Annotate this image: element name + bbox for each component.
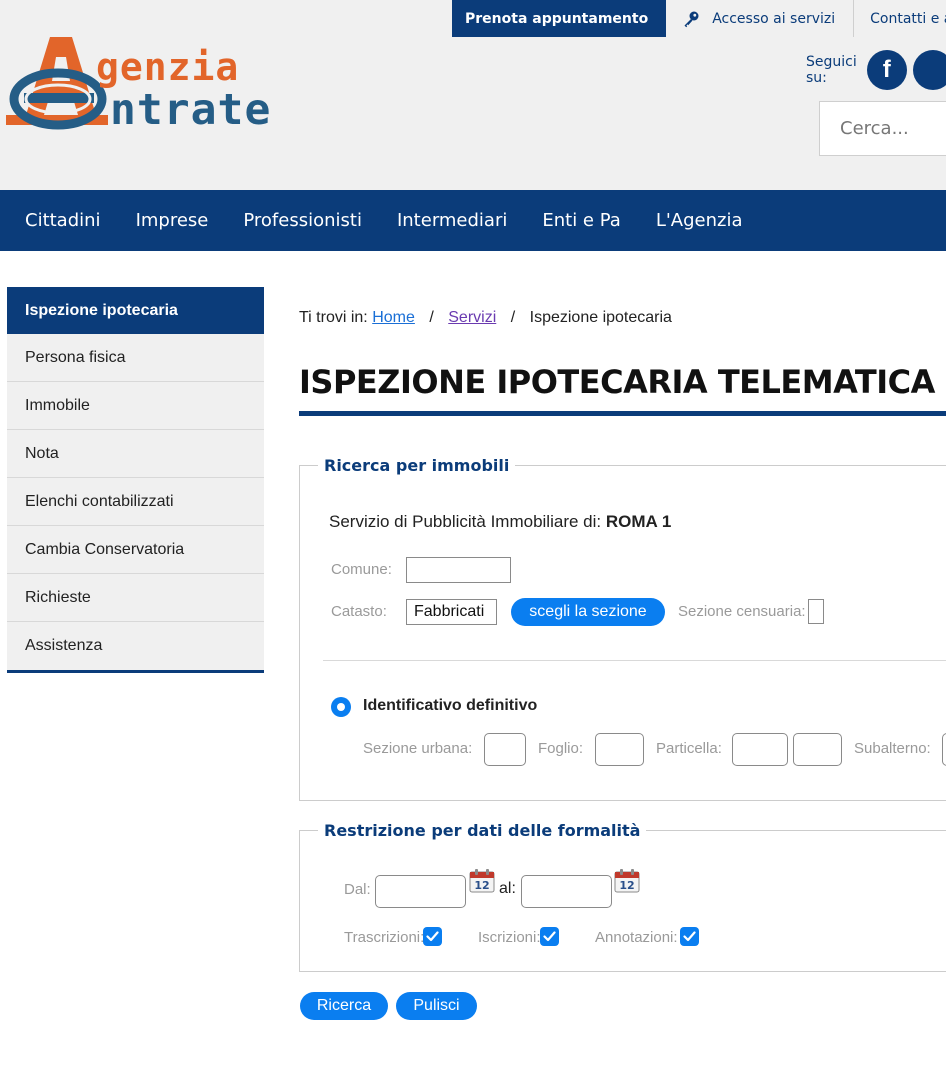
sezione-urbana-input[interactable] [484,733,526,766]
calendar-day-number: 12 [474,879,489,892]
nav-professionisti[interactable]: Professionisti [243,210,362,231]
sidebar-item-richieste[interactable]: Richieste [7,574,264,622]
iscrizioni-checkbox[interactable] [540,927,559,946]
particella-label: Particella: [656,740,722,757]
facebook-icon[interactable]: f [866,50,907,90]
identificativo-definitivo-label: Identificativo definitivo [363,697,538,714]
catasto-value: Fabbricati [414,603,485,620]
main-nav: Cittadini Imprese Professionisti Interme… [0,190,946,251]
sidebar-menu: Ispezione ipotecaria Persona fisica Immo… [7,287,264,673]
sezione-censuaria-label: Sezione censuaria: [678,603,806,620]
top-links: Prenota appuntamento Accesso ai servizi … [452,0,946,37]
breadcrumb-separator: / [429,309,434,326]
service-value: ROMA 1 [605,512,672,531]
logo-text-entrate: ntrate [110,85,272,135]
pulisci-button[interactable]: Pulisci [396,992,477,1020]
nav-enti-pa[interactable]: Enti e Pa [542,210,620,231]
sidebar-item-cambia-conservatoria[interactable]: Cambia Conservatoria [7,526,264,574]
identificativo-definitivo-radio[interactable] [331,697,351,717]
foglio-label: Foglio: [538,740,584,757]
search-input[interactable] [819,101,946,156]
sidebar-item-elenchi-contabilizzati[interactable]: Elenchi contabilizzati [7,478,264,526]
dal-label: Dal: [344,881,371,898]
breadcrumb-home-link[interactable]: Home [372,309,415,326]
service-line: Servizio di Pubblicità Immobiliare di: R… [329,512,671,532]
social-links: Seguici su: f [806,50,946,90]
calendar-day-number: 12 [619,879,634,892]
nav-intermediari[interactable]: Intermediari [397,210,507,231]
calendar-icon[interactable]: 12 [469,869,495,893]
scegli-sezione-button[interactable]: scegli la sezione [511,598,665,626]
sezione-urbana-label: Sezione urbana: [363,740,473,757]
social-icon[interactable] [912,50,946,90]
particella-input[interactable] [732,733,788,766]
logo-text-agenzia: genzia [96,45,240,89]
ricerca-button[interactable]: Ricerca [300,992,388,1020]
accesso-servizi-link[interactable]: Accesso ai servizi [666,0,855,37]
title-underline [299,411,946,416]
al-label: al: [499,880,516,897]
nav-imprese[interactable]: Imprese [136,210,209,231]
particella-input-2[interactable] [793,733,842,766]
trascrizioni-checkbox[interactable] [423,927,442,946]
catasto-select[interactable]: Fabbricati [406,599,497,625]
sidebar-item-ispezione-ipotecaria[interactable]: Ispezione ipotecaria [7,287,264,334]
breadcrumb: Ti trovi in: Home / Servizi / Ispezione … [299,309,672,327]
calendar-icon[interactable]: 12 [614,869,640,893]
site-header: Prenota appuntamento Accesso ai servizi … [0,0,946,190]
ricerca-immobili-legend: Ricerca per immobili [318,456,516,475]
social-label: Seguici su: [806,54,857,86]
breadcrumb-separator: / [510,309,516,326]
sidebar-item-immobile[interactable]: Immobile [7,382,264,430]
comune-label: Comune: [331,561,392,578]
comune-input[interactable] [406,557,511,583]
nav-cittadini[interactable]: Cittadini [25,210,101,231]
service-label: Servizio di Pubblicità Immobiliare di: [329,512,602,531]
sezione-censuaria-input[interactable] [808,599,824,624]
agenzia-entrate-logo[interactable]: genzia ntrate [6,35,316,135]
al-date-input[interactable] [521,875,612,908]
dal-date-input[interactable] [375,875,466,908]
breadcrumb-prefix: Ti trovi in: [299,309,368,326]
contatti-link[interactable]: Contatti e assi [854,0,946,37]
sidebar-item-assistenza[interactable]: Assistenza [7,622,264,670]
foglio-input[interactable] [595,733,644,766]
catasto-label: Catasto: [331,603,387,620]
restrizione-formalita-legend: Restrizione per dati delle formalità [318,821,647,840]
subalterno-input[interactable] [942,733,946,766]
breadcrumb-current: Ispezione ipotecaria [529,309,672,326]
page-title: ISPEZIONE IPOTECARIA TELEMATICA [299,363,935,401]
accesso-servizi-label: Accesso ai servizi [712,10,836,27]
sidebar-item-nota[interactable]: Nota [7,430,264,478]
checkmark-icon [683,931,696,942]
key-icon [682,10,700,28]
section-divider [323,660,946,661]
breadcrumb-servizi-link[interactable]: Servizi [448,309,496,326]
nav-agenzia[interactable]: L'Agenzia [656,210,743,231]
annotazioni-checkbox[interactable] [680,927,699,946]
annotazioni-label: Annotazioni: [595,929,678,946]
radio-selected-dot [337,703,345,711]
sidebar-item-persona-fisica[interactable]: Persona fisica [7,334,264,382]
trascrizioni-label: Trascrizioni: [344,929,425,946]
checkmark-icon [543,931,556,942]
prenota-appuntamento-link[interactable]: Prenota appuntamento [452,0,667,37]
subalterno-label: Subalterno: [854,740,931,757]
checkmark-icon [426,931,439,942]
iscrizioni-label: Iscrizioni: [478,929,541,946]
